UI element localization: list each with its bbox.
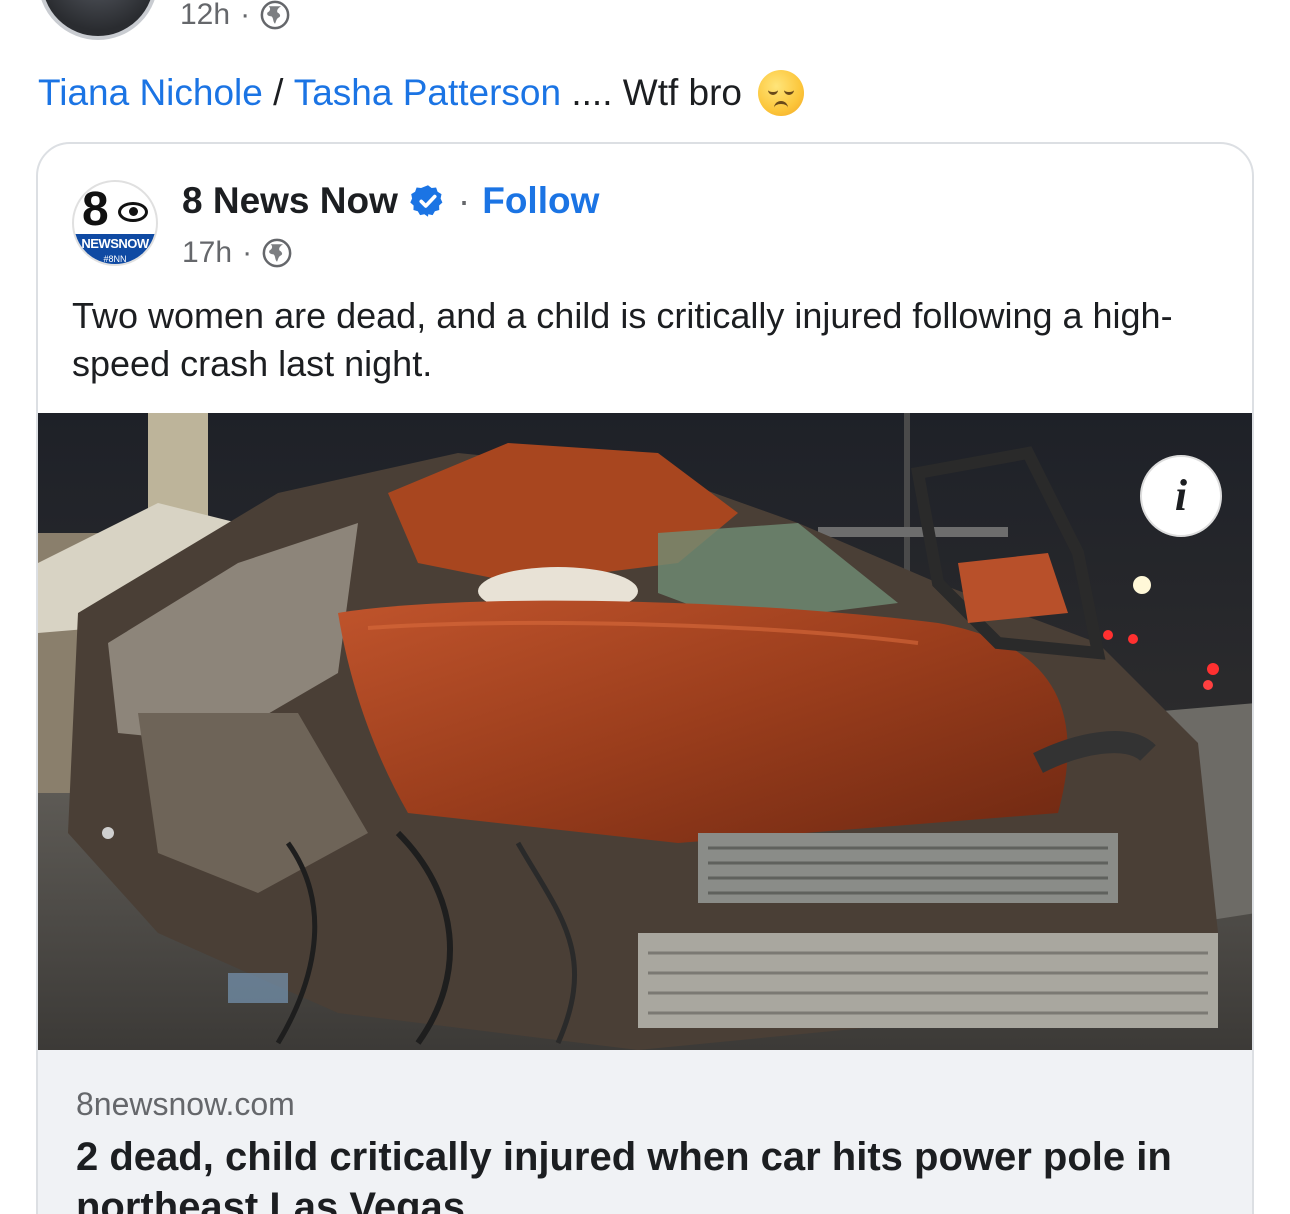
caption-text: .... Wtf bro [561,72,743,113]
post-caption: Tiana Nichole / Tasha Patterson .... Wtf… [38,66,805,120]
cbs-eye-icon [118,202,148,222]
shared-post-card[interactable]: 8 NEWSNOW #8NN 8 News Now · Follow 17h ·… [36,142,1254,1214]
image-info-icon[interactable]: i [1140,455,1222,537]
name-separator: · [457,180,471,221]
page-name[interactable]: 8 News Now [182,174,398,228]
shared-post-time[interactable]: 17h [182,228,232,278]
logo-band: NEWSNOW [74,234,156,254]
globe-icon [260,0,290,30]
page-logo-avatar[interactable]: 8 NEWSNOW #8NN [72,180,158,266]
follow-button[interactable]: Follow [482,174,599,228]
mention-tasha-patterson[interactable]: Tasha Patterson [294,66,561,120]
crash-photo[interactable]: i [38,413,1252,1050]
poster-avatar[interactable] [38,0,158,40]
verified-badge-icon [410,185,443,217]
meta-separator: · [242,236,253,269]
shared-post-text: Two women are dead, and a child is criti… [72,295,1173,384]
poster-meta: 12h · [180,0,290,40]
caption-slash: / [262,72,294,113]
mention-tiana-nichole[interactable]: Tiana Nichole [38,66,263,120]
crash-photo-illustration [38,413,1252,1050]
post-time[interactable]: 12h [180,0,230,40]
shared-post-meta: 17h · [182,228,292,278]
pensive-face-emoji-icon [758,70,805,116]
link-headline[interactable]: 2 dead, child critically injured when ca… [76,1132,1216,1214]
feed-post: 12h · Tiana Nichole / Tasha Patterson ..… [0,0,1290,1214]
page-name-row: 8 News Now · Follow [182,174,599,228]
link-preview[interactable]: 8newsnow.com 2 dead, child critically in… [38,1050,1252,1214]
link-domain: 8newsnow.com [76,1086,295,1122]
meta-separator: · [240,0,251,31]
logo-tag: #8NN [74,253,156,264]
globe-icon [262,238,292,268]
